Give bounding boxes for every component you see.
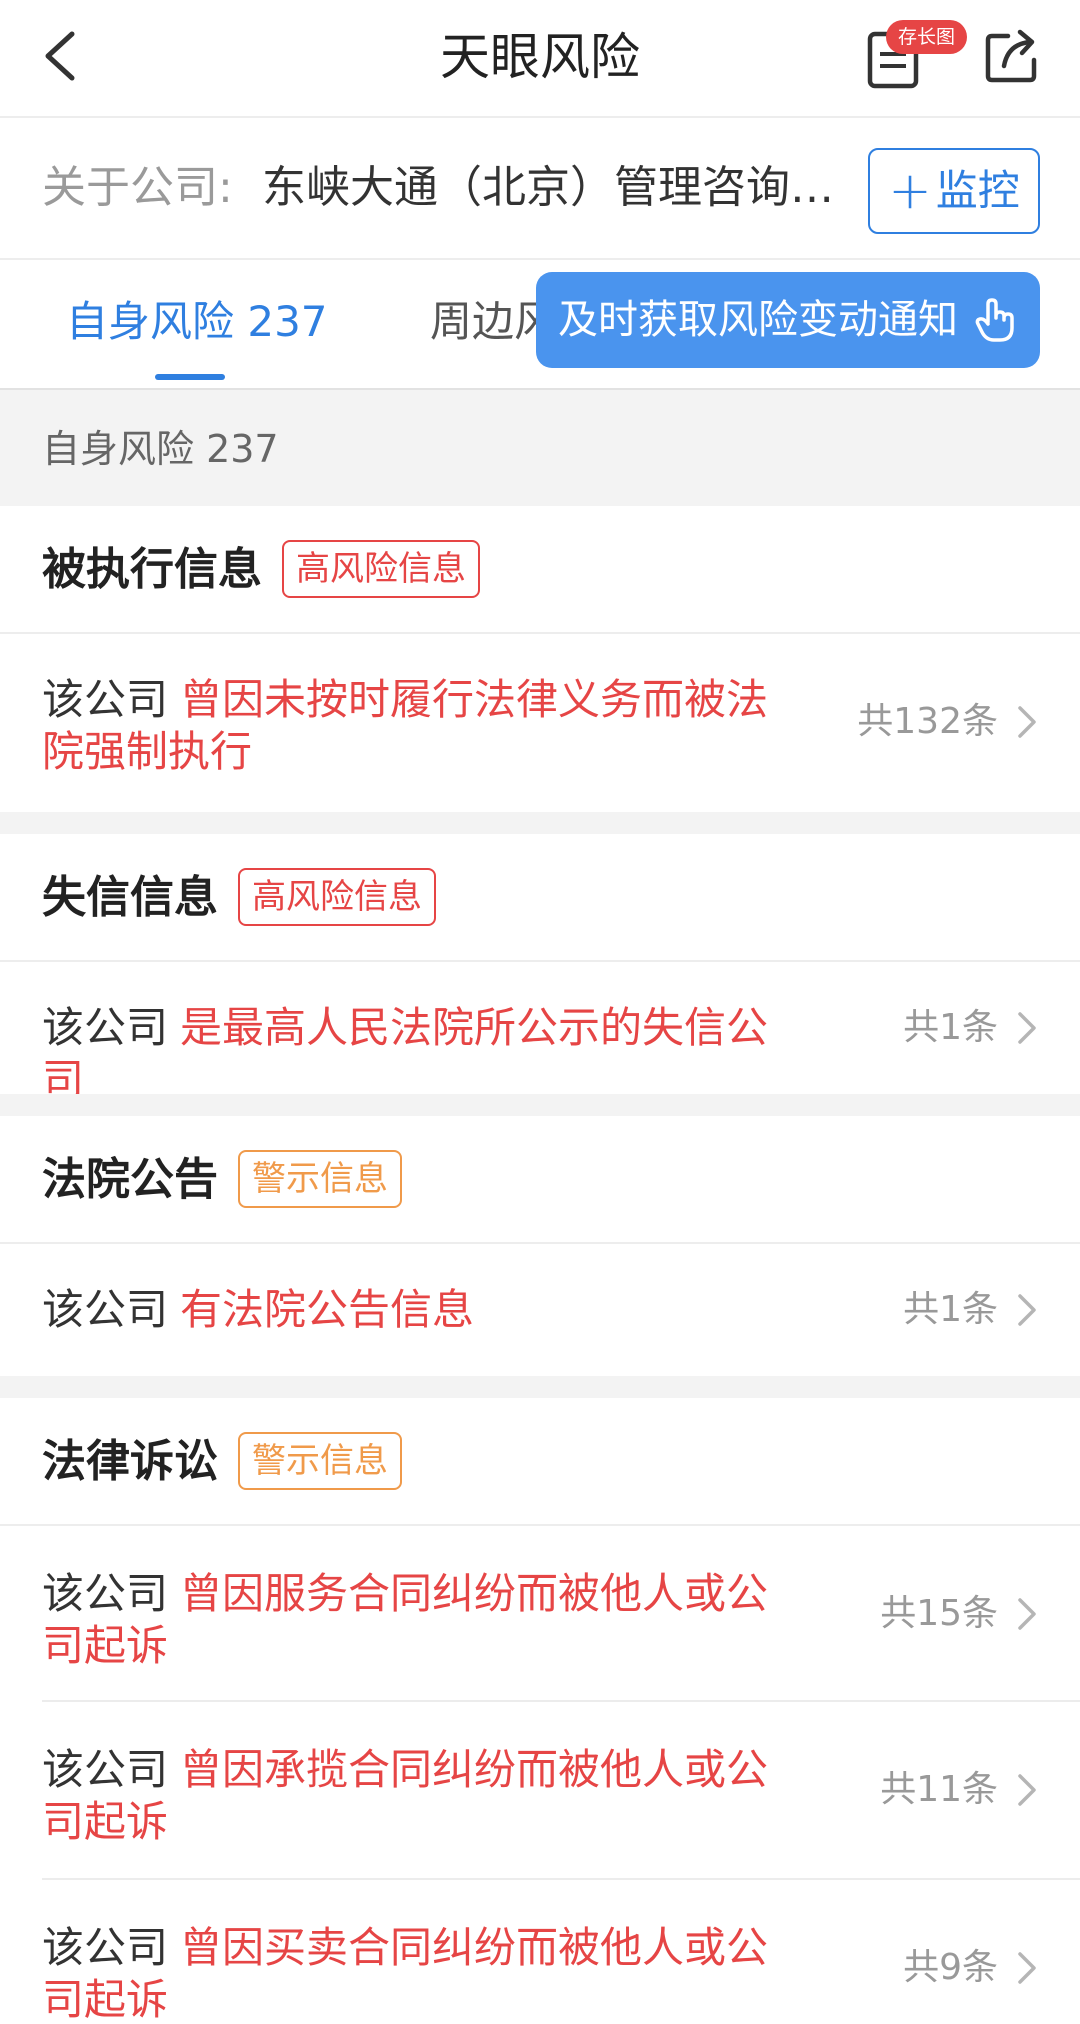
item-count: 共15条 [880, 1593, 998, 1634]
warning-tag: 警示信息 [238, 1432, 402, 1490]
section-summary: 自身风险 237 [0, 390, 1080, 506]
warning-tag: 警示信息 [238, 1150, 402, 1208]
section-gap [0, 812, 1080, 834]
monitor-button[interactable]: +监控 [868, 148, 1040, 234]
item-prefix: 该公司 [42, 1923, 169, 1972]
list-item[interactable]: 该公司 曾因未按时履行法律义务而被法院强制执行 共132条 [0, 634, 1080, 812]
section-title: 法律诉讼 [42, 1436, 218, 1487]
list-item[interactable]: 该公司 曾因买卖合同纠纷而被他人或公司起诉 共9条 [0, 1880, 1080, 2024]
section-header-lawsuits: 法律诉讼 警示信息 [0, 1398, 1080, 1526]
company-info-row: 关于公司: 东峡大通（北京）管理咨询… +监控 [0, 118, 1080, 260]
chevron-right-icon [1018, 1774, 1036, 1806]
item-prefix: 该公司 [42, 1569, 169, 1618]
high-risk-tag: 高风险信息 [282, 540, 480, 598]
monitor-button-label: 监控 [935, 166, 1020, 215]
high-risk-tag: 高风险信息 [238, 868, 436, 926]
chevron-right-icon [1018, 1598, 1036, 1630]
long-image-badge: 存长图 [886, 20, 968, 54]
list-item[interactable]: 该公司 有法院公告信息 共1条 [0, 1244, 1080, 1376]
chevron-right-icon [1018, 1952, 1036, 1984]
tab-self-risk[interactable]: 自身风险 237 [66, 294, 328, 350]
plus-icon: + [888, 161, 932, 221]
section-header-enforced: 被执行信息 高风险信息 [0, 506, 1080, 634]
company-label: 关于公司: [42, 162, 233, 213]
summary-text: 自身风险 237 [42, 427, 279, 471]
item-description: 有法院公告信息 [180, 1285, 475, 1334]
chevron-right-icon [1018, 1294, 1036, 1326]
section-title: 失信信息 [42, 872, 218, 923]
item-prefix: 该公司 [42, 1285, 169, 1334]
chevron-right-icon [1018, 1012, 1036, 1044]
company-name[interactable]: 东峡大通（北京）管理咨询… [262, 160, 834, 216]
list-item[interactable]: 该公司 曾因承揽合同纠纷而被他人或公司起诉 共11条 [0, 1702, 1080, 1880]
item-prefix: 该公司 [42, 675, 169, 724]
section-header-court-notice: 法院公告 警示信息 [0, 1116, 1080, 1244]
item-count: 共1条 [903, 1007, 998, 1048]
list-item[interactable]: 该公司 曾因服务合同纠纷而被他人或公司起诉 共15条 [0, 1526, 1080, 1702]
top-nav-bar: 天眼风险 存长图 [0, 0, 1080, 118]
risk-notify-tooltip[interactable]: 及时获取风险变动通知 [536, 272, 1040, 368]
section-title: 被执行信息 [42, 544, 262, 595]
tap-hand-icon [975, 298, 1014, 342]
section-gap [0, 1094, 1080, 1116]
tooltip-text: 及时获取风险变动通知 [558, 297, 958, 343]
section-header-dishonest: 失信信息 高风险信息 [0, 834, 1080, 962]
share-icon[interactable] [982, 22, 1042, 86]
item-prefix: 该公司 [42, 1745, 169, 1794]
section-title: 法院公告 [42, 1154, 218, 1205]
item-count: 共1条 [903, 1289, 998, 1330]
item-count: 共132条 [857, 701, 998, 742]
chevron-right-icon [1018, 706, 1036, 738]
active-tab-indicator [155, 374, 225, 380]
list-item[interactable]: 该公司 是最高人民法院所公示的失信公司 共1条 [0, 962, 1080, 1104]
item-count: 共11条 [880, 1769, 998, 1810]
item-prefix: 该公司 [42, 1003, 169, 1052]
section-gap [0, 1376, 1080, 1398]
item-count: 共9条 [903, 1947, 998, 1988]
